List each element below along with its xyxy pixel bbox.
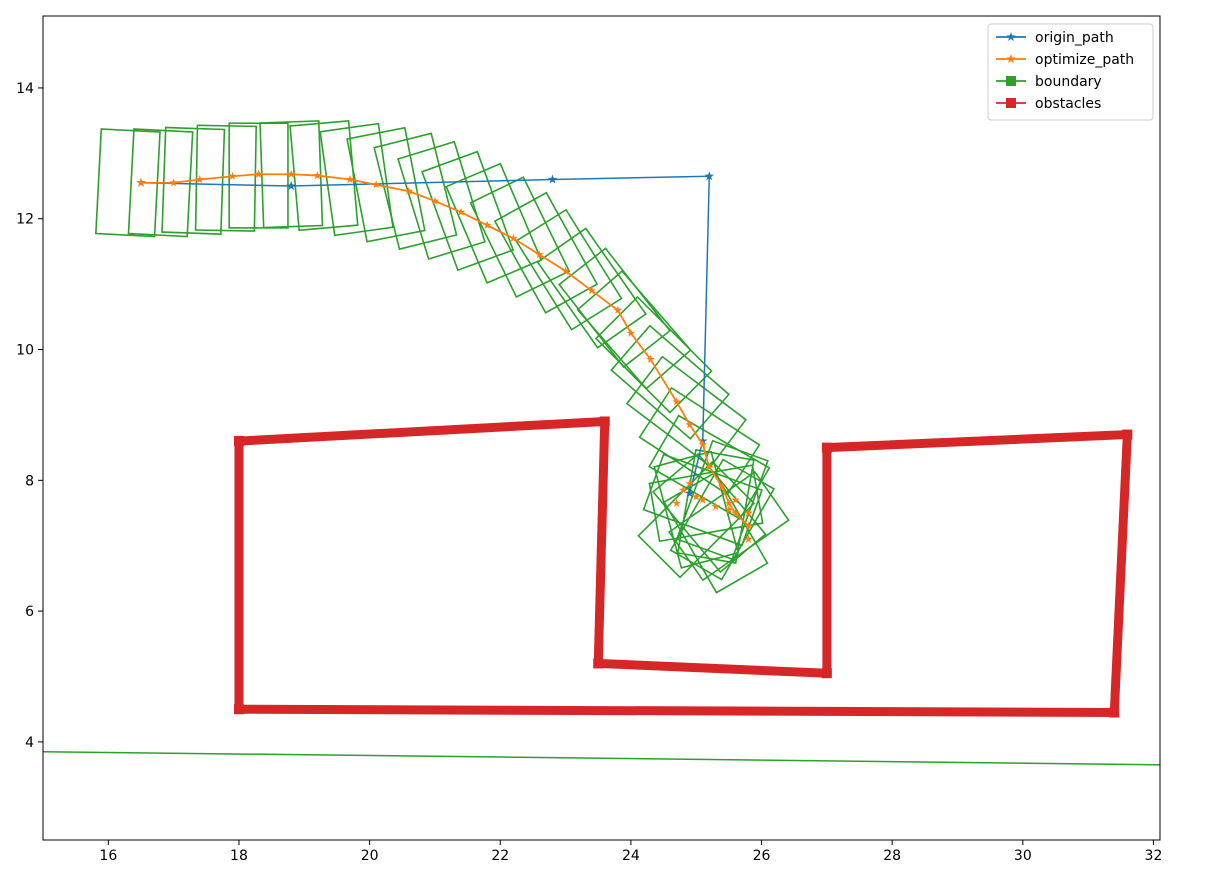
obstacles-marker bbox=[1109, 707, 1120, 718]
y-tick-label: 12 bbox=[16, 212, 34, 228]
obstacles-marker bbox=[599, 416, 610, 427]
x-tick-label: 20 bbox=[361, 848, 379, 864]
y-tick-label: 4 bbox=[25, 735, 34, 751]
x-tick-label: 24 bbox=[622, 848, 640, 864]
x-tick-label: 16 bbox=[99, 848, 117, 864]
obstacles-marker bbox=[593, 658, 604, 669]
y-tick-label: 8 bbox=[25, 473, 34, 489]
obstacles-marker bbox=[233, 704, 244, 715]
x-tick-label: 32 bbox=[1145, 848, 1163, 864]
x-tick-label: 26 bbox=[753, 848, 771, 864]
legend-label: obstacles bbox=[1035, 96, 1101, 112]
obstacles-marker bbox=[1122, 429, 1133, 440]
obstacles-marker bbox=[821, 668, 832, 679]
legend: origin_path optimize_path boundary obstacle… bbox=[987, 23, 1154, 121]
x-tick-label: 28 bbox=[883, 848, 901, 864]
y-tick-label: 6 bbox=[25, 604, 34, 620]
legend-label: origin_path bbox=[1035, 30, 1114, 46]
legend-marker-2 bbox=[1006, 76, 1016, 86]
legend-label: optimize_path bbox=[1035, 52, 1134, 68]
chart-figure: 16 18 20 22 24 26 28 30 32468101214 origin_patho… bbox=[0, 0, 1208, 889]
x-tick-label: 22 bbox=[491, 848, 509, 864]
y-tick-label: 10 bbox=[16, 343, 34, 359]
legend-label: boundary bbox=[1035, 74, 1102, 90]
x-tick-label: 30 bbox=[1014, 848, 1032, 864]
obstacles-marker bbox=[821, 442, 832, 453]
obstacles-marker bbox=[233, 436, 244, 447]
x-tick-label: 18 bbox=[230, 848, 248, 864]
legend-marker-3 bbox=[1006, 98, 1016, 108]
y-tick-label: 14 bbox=[16, 81, 34, 97]
